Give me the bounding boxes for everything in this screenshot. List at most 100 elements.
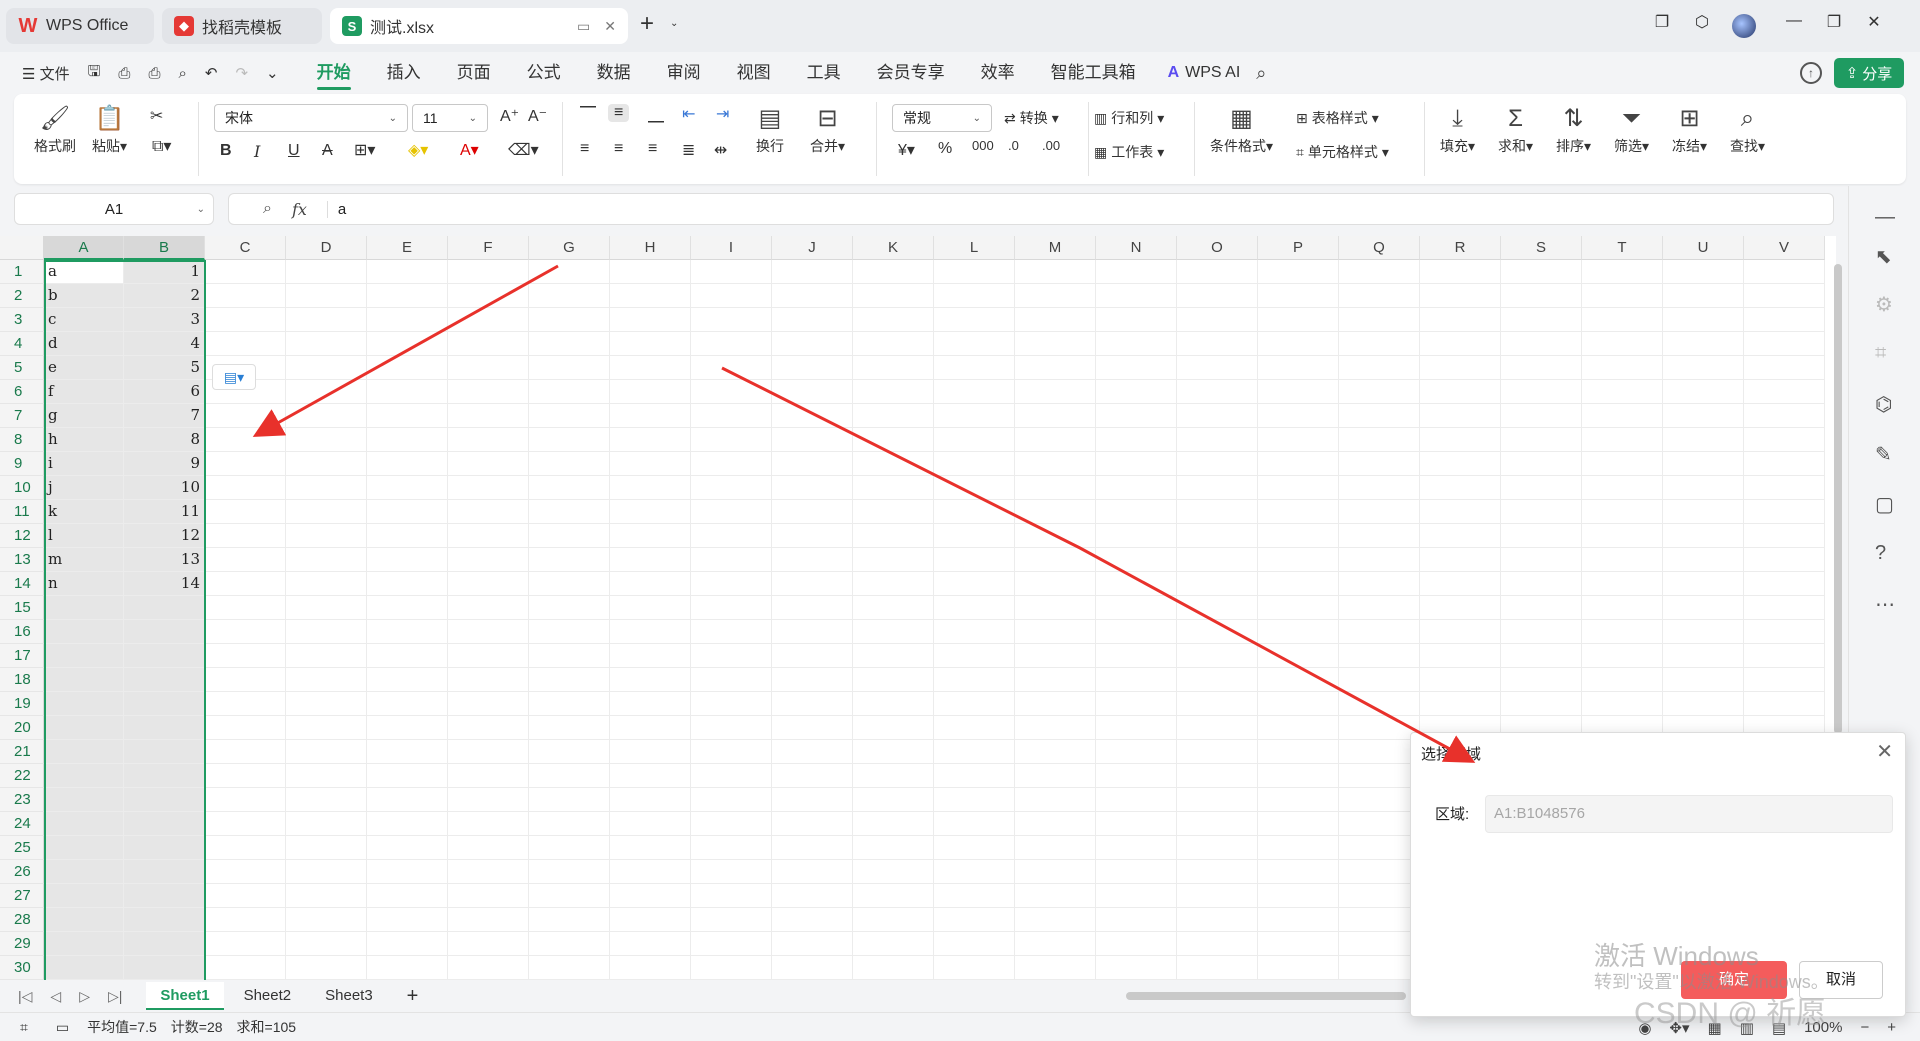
- font-name-select[interactable]: 宋体 ⌄: [214, 104, 408, 132]
- cell[interactable]: [610, 380, 691, 404]
- fill-button[interactable]: ⤓ 填充▾: [1440, 102, 1475, 156]
- cell[interactable]: [205, 572, 286, 596]
- cell[interactable]: [205, 836, 286, 860]
- cell[interactable]: [448, 356, 529, 380]
- cell[interactable]: [772, 260, 853, 284]
- cell[interactable]: [934, 428, 1015, 452]
- cell[interactable]: [691, 812, 772, 836]
- cell[interactable]: [1177, 572, 1258, 596]
- cell[interactable]: [772, 308, 853, 332]
- cell[interactable]: [1744, 668, 1825, 692]
- cell[interactable]: [448, 500, 529, 524]
- cell[interactable]: [1015, 284, 1096, 308]
- cell[interactable]: [1339, 716, 1420, 740]
- cell[interactable]: [1339, 788, 1420, 812]
- cell[interactable]: [772, 380, 853, 404]
- cell[interactable]: [1339, 860, 1420, 884]
- indent-icon[interactable]: ⇥: [716, 104, 729, 124]
- column-header[interactable]: J: [772, 236, 853, 260]
- cell[interactable]: [205, 452, 286, 476]
- cell[interactable]: [205, 524, 286, 548]
- cell[interactable]: [691, 692, 772, 716]
- cell[interactable]: [1015, 332, 1096, 356]
- cell[interactable]: [1177, 500, 1258, 524]
- decrease-decimal-icon[interactable]: .00: [1042, 138, 1060, 153]
- cell[interactable]: [1582, 692, 1663, 716]
- cell[interactable]: [1258, 356, 1339, 380]
- cell[interactable]: [205, 260, 286, 284]
- row-header[interactable]: 29: [0, 932, 44, 956]
- cell[interactable]: [853, 452, 934, 476]
- cell[interactable]: [286, 740, 367, 764]
- currency-icon[interactable]: ¥▾: [898, 140, 915, 160]
- search-icon[interactable]: ⌕: [1256, 63, 1266, 84]
- cell[interactable]: [1663, 332, 1744, 356]
- cell[interactable]: [448, 740, 529, 764]
- align-right-icon[interactable]: ≡: [648, 140, 657, 158]
- cell[interactable]: [205, 500, 286, 524]
- tab-1[interactable]: 插入: [369, 52, 439, 94]
- cell[interactable]: [691, 836, 772, 860]
- outdent-icon[interactable]: ⇤: [682, 104, 695, 124]
- cell[interactable]: [1015, 596, 1096, 620]
- cell[interactable]: [1258, 284, 1339, 308]
- cell[interactable]: [1177, 788, 1258, 812]
- column-header[interactable]: H: [610, 236, 691, 260]
- cell[interactable]: [1015, 260, 1096, 284]
- fill-color-icon[interactable]: ◈▾: [408, 140, 428, 160]
- underline-icon[interactable]: U: [288, 142, 300, 160]
- border-icon[interactable]: ⊞▾: [354, 140, 375, 160]
- print-preview-icon[interactable]: ⌕: [178, 65, 186, 82]
- cell[interactable]: 8: [124, 428, 205, 452]
- cell[interactable]: [610, 308, 691, 332]
- cell[interactable]: [853, 596, 934, 620]
- cell[interactable]: [853, 404, 934, 428]
- cell[interactable]: [853, 668, 934, 692]
- cell[interactable]: [934, 860, 1015, 884]
- share-button[interactable]: ⇪ 分享: [1834, 58, 1904, 88]
- cell[interactable]: [1177, 812, 1258, 836]
- cell[interactable]: [1420, 524, 1501, 548]
- row-header[interactable]: 3: [0, 308, 44, 332]
- cell[interactable]: [124, 812, 205, 836]
- cell[interactable]: [1582, 644, 1663, 668]
- file-menu[interactable]: ☰ 文件: [22, 63, 70, 84]
- cell[interactable]: [286, 332, 367, 356]
- cell[interactable]: [367, 548, 448, 572]
- column-header[interactable]: U: [1663, 236, 1744, 260]
- cell[interactable]: [44, 812, 124, 836]
- cell[interactable]: [44, 596, 124, 620]
- cell[interactable]: [124, 716, 205, 740]
- more-options-icon[interactable]: ⋯: [1875, 592, 1895, 617]
- cell[interactable]: [853, 284, 934, 308]
- cell[interactable]: [367, 884, 448, 908]
- cell[interactable]: [1015, 620, 1096, 644]
- cell[interactable]: [610, 596, 691, 620]
- cell[interactable]: [1501, 524, 1582, 548]
- cell[interactable]: [448, 716, 529, 740]
- cell[interactable]: [1339, 908, 1420, 932]
- cell[interactable]: [1501, 332, 1582, 356]
- cell[interactable]: [448, 884, 529, 908]
- cell[interactable]: [448, 860, 529, 884]
- cell[interactable]: [124, 788, 205, 812]
- convert-button[interactable]: ⇄ 转换 ▾: [1004, 108, 1059, 128]
- cell[interactable]: h: [44, 428, 124, 452]
- cell[interactable]: [286, 428, 367, 452]
- cell[interactable]: [529, 428, 610, 452]
- cell[interactable]: [1096, 452, 1177, 476]
- row-header[interactable]: 2: [0, 284, 44, 308]
- collapse-icon[interactable]: —: [1875, 206, 1895, 229]
- cell[interactable]: [1663, 596, 1744, 620]
- cell[interactable]: [1744, 452, 1825, 476]
- column-header[interactable]: N: [1096, 236, 1177, 260]
- cell[interactable]: [691, 428, 772, 452]
- cell[interactable]: [1339, 428, 1420, 452]
- cell[interactable]: [286, 644, 367, 668]
- cell[interactable]: [205, 908, 286, 932]
- cell[interactable]: [529, 932, 610, 956]
- cell[interactable]: [772, 332, 853, 356]
- cell[interactable]: [1582, 284, 1663, 308]
- cell[interactable]: [1339, 596, 1420, 620]
- cell[interactable]: [1015, 356, 1096, 380]
